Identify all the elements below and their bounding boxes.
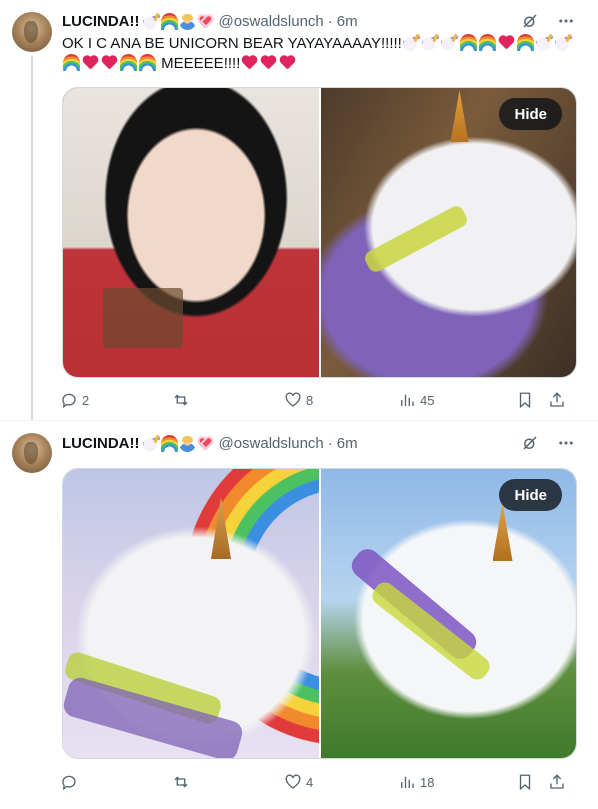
reply-count: 2 [82,392,90,408]
heart-icon [285,392,301,407]
post-2[interactable]: LUCINDA!! @oswaldslunch · 6m Hide 4 18 [0,420,598,809]
rainbow-emoji [63,54,80,71]
rainbow-unicorn-bear[interactable] [63,469,319,758]
person-emoji [179,434,197,452]
unicorn-emoji [402,34,420,51]
views-button[interactable]: 18 [398,773,516,791]
horn-shape [492,503,513,561]
reply-button[interactable]: 2 [60,391,172,409]
tweet-text-start: OK I C ANA BE UNICORN BEAR YAYAYAAAAY!!!… [62,35,402,52]
sparkling-heart-emoji [197,13,214,30]
author-handle[interactable]: @oswaldslunch [218,435,323,452]
header-icons [520,433,576,453]
rainbow-emoji [516,34,534,51]
heart-emoji [101,54,118,71]
heart-icon [285,774,301,789]
grok-icon[interactable] [520,11,540,31]
thread-line [31,56,33,420]
author-name[interactable]: LUCINDA!! [62,435,139,452]
tweet-text: OK I C ANA BE UNICORN BEAR YAYAYAAAAY!!!… [62,34,584,74]
hide-button[interactable]: Hide [499,98,562,130]
repost-button[interactable] [172,773,284,791]
unicorn-emoji [143,434,161,452]
bookmark-icon [519,392,531,409]
timestamp[interactable]: 6m [337,435,358,452]
author-handle[interactable]: @oswaldslunch [218,13,323,30]
horn-shape [450,90,469,142]
girl-photo[interactable] [63,88,319,377]
rainbow-emoji [459,34,477,51]
share-icon [550,392,564,407]
like-count: 4 [306,774,314,790]
views-count: 45 [420,392,435,408]
grok-icon[interactable] [520,433,540,453]
action-bar: 2 8 45 [60,390,584,410]
more-icon[interactable] [556,433,576,453]
views-icon [401,394,414,406]
avatar[interactable] [12,12,52,52]
reply-button[interactable] [60,773,172,791]
separator: · [327,434,333,452]
like-count: 8 [306,392,314,408]
heart-emoji [279,54,296,71]
sparkling-heart-emoji [197,435,214,452]
heart-emoji [498,34,515,51]
rainbow-emoji [120,54,137,71]
name-emojis [143,434,214,452]
unicorn-emoji [535,34,553,51]
rainbow-emoji [478,34,496,51]
author-name[interactable]: LUCINDA!! [62,13,139,30]
unicorn-emoji [440,34,458,51]
separator: · [327,12,333,30]
repost-icon [174,776,188,788]
horn-shape [211,497,231,559]
hide-button[interactable]: Hide [499,479,562,511]
timestamp[interactable]: 6m [337,13,358,30]
share-button[interactable] [548,391,568,409]
share-button[interactable] [548,773,568,791]
media-grid: Hide [62,468,577,759]
post-1[interactable]: LUCINDA!! @oswaldslunch · 6m OK I C ANA … [0,0,598,420]
name-emojis [143,12,214,30]
stripe-shape [361,203,470,275]
unicorn-bear-render[interactable]: Hide [320,88,576,377]
bookmark-button[interactable] [516,773,548,791]
header-icons [520,11,576,31]
like-button[interactable]: 8 [284,391,398,409]
unicorn-emoji [421,34,439,51]
post-header: LUCINDA!! @oswaldslunch · 6m [62,433,586,453]
heart-emoji [241,54,258,71]
stripe-shape [367,578,494,684]
bookmark-icon [519,774,531,791]
post-header: LUCINDA!! @oswaldslunch · 6m [62,11,586,31]
rainbow-emoji [161,12,179,30]
views-button[interactable]: 45 [398,391,516,409]
chair-shape [103,288,183,348]
person-emoji [179,12,197,30]
repost-button[interactable] [172,391,284,409]
heart-emoji [260,54,277,71]
rainbow-emoji [139,54,156,71]
more-icon[interactable] [556,11,576,31]
action-bar: 4 18 [60,772,584,792]
like-button[interactable]: 4 [284,773,398,791]
share-icon [550,774,564,789]
reply-icon [62,775,76,791]
bookmark-button[interactable] [516,391,548,409]
reply-icon [62,393,76,409]
unicorn-bear-grass[interactable]: Hide [320,469,576,758]
tweet-text-end: MEEEEE!!!! [161,55,241,72]
unicorn-emoji [554,34,572,51]
rainbow-emoji [161,434,179,452]
unicorn-emoji [143,12,161,30]
heart-emoji [82,54,99,71]
media-grid: Hide [62,87,577,378]
views-count: 18 [420,774,435,790]
avatar[interactable] [12,433,52,473]
repost-icon [174,394,188,406]
views-icon [401,776,414,788]
